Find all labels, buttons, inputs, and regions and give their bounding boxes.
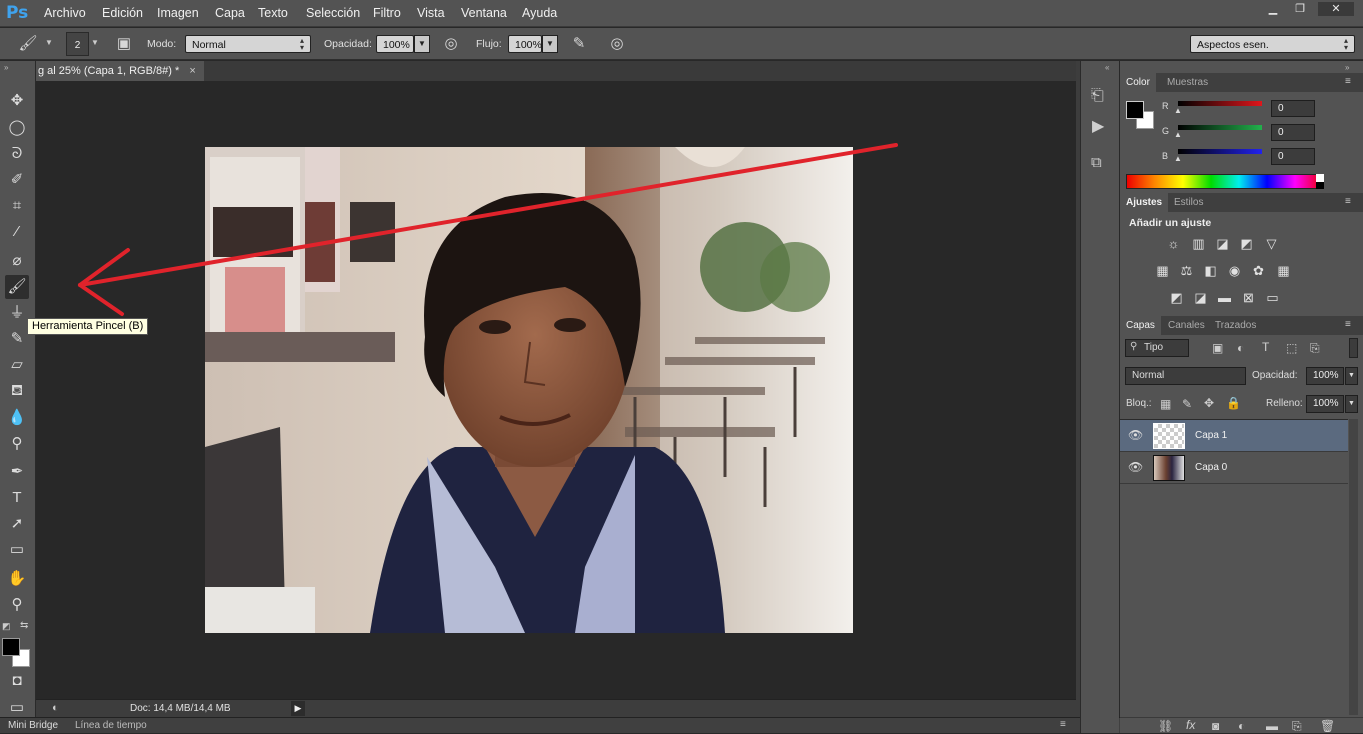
- color-panel-menu-icon[interactable]: ≡: [1345, 76, 1351, 87]
- photo-filter-icon[interactable]: ◉: [1226, 263, 1243, 278]
- right-panels: » Color Muestras ≡ R ▲ 0 G ▲ 0 B ▲ 0 Aju…: [1120, 61, 1363, 733]
- tab-timeline[interactable]: Línea de tiempo: [75, 720, 147, 731]
- brush-tool-tooltip: Herramienta Pincel (B): [27, 318, 149, 335]
- new-group-icon[interactable]: ▬: [1266, 719, 1278, 733]
- filter-type-icon[interactable]: T: [1262, 340, 1269, 354]
- channel-g-thumb-icon[interactable]: ▲: [1174, 130, 1182, 139]
- fill-label: Relleno:: [1266, 398, 1303, 409]
- black-white-icon[interactable]: ◧: [1202, 263, 1219, 278]
- fill-dropdown-icon[interactable]: ▼: [1345, 395, 1358, 413]
- layer-row-capa-0[interactable]: 👁 Capa 0: [1120, 452, 1348, 484]
- brightness-icon[interactable]: ☼: [1165, 236, 1182, 251]
- filter-search-icon: ⚲: [1130, 341, 1138, 352]
- channel-b-thumb-icon[interactable]: ▲: [1174, 154, 1182, 163]
- visibility-eye-icon[interactable]: 👁: [1128, 460, 1143, 474]
- layer-name: Capa 1: [1195, 430, 1228, 441]
- curves-icon[interactable]: ◪: [1214, 236, 1231, 251]
- adjustments-menu-icon[interactable]: ≡: [1345, 196, 1351, 207]
- lock-label: Bloq.:: [1126, 398, 1152, 409]
- layer-name: Capa 0: [1195, 462, 1228, 473]
- actions-panel-icon[interactable]: ▶: [1092, 116, 1104, 136]
- lock-transparency-icon[interactable]: ▦: [1160, 397, 1171, 411]
- channel-b-label: B: [1162, 151, 1169, 161]
- layer-thumbnail-photo: [1153, 455, 1185, 481]
- adjustments-heading: Añadir un ajuste: [1129, 217, 1212, 229]
- link-layers-icon[interactable]: ⛓: [1158, 719, 1173, 733]
- channel-g-label: G: [1162, 126, 1170, 136]
- layer-opacity-dropdown-icon[interactable]: ▼: [1345, 367, 1358, 385]
- channel-g-slider[interactable]: [1178, 125, 1262, 130]
- layer-opacity-field[interactable]: 100%: [1306, 367, 1344, 385]
- gradient-map-icon[interactable]: ▭: [1264, 290, 1281, 305]
- channel-mixer-icon[interactable]: ✿: [1250, 263, 1267, 278]
- delete-layer-icon[interactable]: 🗑: [1320, 719, 1335, 733]
- color-balance-icon[interactable]: ⚖: [1178, 263, 1195, 278]
- filter-smart-object-icon[interactable]: ⎘: [1310, 341, 1320, 356]
- tab-mini-bridge[interactable]: Mini Bridge: [8, 720, 58, 731]
- filter-toggle-icon[interactable]: [1349, 338, 1358, 358]
- levels-icon[interactable]: ▥: [1190, 236, 1207, 251]
- invert-icon[interactable]: ◩: [1168, 290, 1185, 305]
- layers-footer: ⛓ fx ◙ ◐ ▬ ⎘ 🗑: [1120, 717, 1363, 733]
- hue-saturation-icon[interactable]: ▦: [1154, 263, 1171, 278]
- channel-g-value[interactable]: 0: [1271, 124, 1315, 141]
- lock-all-icon[interactable]: 🔒: [1226, 396, 1241, 410]
- threshold-icon[interactable]: ▬: [1216, 290, 1233, 305]
- expand-dock-icon[interactable]: «: [1105, 63, 1109, 72]
- properties-panel-icon[interactable]: ⧉: [1091, 154, 1102, 171]
- tab-layers[interactable]: Capas: [1120, 316, 1161, 335]
- filter-shape-icon[interactable]: ⬚: [1286, 341, 1297, 355]
- add-mask-icon[interactable]: ◙: [1212, 719, 1219, 733]
- tab-channels[interactable]: Canales: [1162, 316, 1211, 335]
- color-panel-tabs: Color Muestras ≡: [1120, 73, 1363, 92]
- bottom-panel-menu-icon[interactable]: ≡: [1060, 719, 1066, 730]
- blend-mode-select[interactable]: Normal: [1125, 367, 1246, 385]
- posterize-icon[interactable]: ◪: [1192, 290, 1209, 305]
- layers-scrollbar[interactable]: [1349, 419, 1358, 715]
- new-layer-icon[interactable]: ⎘: [1292, 719, 1302, 734]
- exposure-icon[interactable]: ◩: [1238, 236, 1255, 251]
- spectrum-black-chip[interactable]: [1316, 182, 1324, 189]
- visibility-eye-icon[interactable]: 👁: [1128, 428, 1143, 442]
- new-adjustment-layer-icon[interactable]: ◐: [1238, 719, 1245, 733]
- red-arrow-icon: [78, 143, 898, 316]
- color-spectrum-bar[interactable]: [1126, 174, 1324, 189]
- color-lookup-icon[interactable]: ▦: [1275, 263, 1292, 278]
- channel-r-label: R: [1162, 101, 1169, 111]
- doc-size-text: Doc: 14,4 MB/14,4 MB: [130, 703, 231, 714]
- channel-r-slider[interactable]: [1178, 101, 1262, 106]
- layers-list: 👁 Capa 1 👁 Capa 0: [1120, 419, 1348, 719]
- vibrance-icon[interactable]: ▽: [1263, 236, 1280, 251]
- layer-effects-icon[interactable]: fx: [1186, 718, 1195, 732]
- collapsed-panel-dock: « ⎗ ▶ ⧉: [1080, 61, 1119, 733]
- lock-position-icon[interactable]: ✥: [1204, 396, 1214, 410]
- channel-b-value[interactable]: 0: [1271, 148, 1315, 165]
- fill-field[interactable]: 100%: [1306, 395, 1344, 413]
- layers-menu-icon[interactable]: ≡: [1345, 319, 1351, 330]
- channel-r-thumb-icon[interactable]: ▲: [1174, 106, 1182, 115]
- lock-pixels-icon[interactable]: ✎: [1182, 397, 1192, 411]
- channel-b-slider[interactable]: [1178, 149, 1262, 154]
- tab-swatches[interactable]: Muestras: [1161, 73, 1214, 92]
- color-foreground-swatch[interactable]: [1126, 101, 1144, 119]
- layers-panel-tabs: Capas Canales Trazados ≡: [1120, 316, 1363, 335]
- layer-thumbnail-transparent: [1153, 423, 1185, 449]
- collapse-panels-icon[interactable]: »: [1345, 63, 1349, 72]
- layer-opacity-label: Opacidad:: [1252, 370, 1298, 381]
- status-menu-icon[interactable]: ▶: [291, 701, 305, 716]
- tab-adjustments[interactable]: Ajustes: [1120, 193, 1169, 212]
- tab-styles[interactable]: Estilos: [1168, 193, 1209, 212]
- spectrum-white-chip[interactable]: [1316, 174, 1324, 182]
- channel-r-value[interactable]: 0: [1271, 100, 1315, 117]
- status-bar: ◐ Doc: 14,4 MB/14,4 MB ▶: [36, 699, 1076, 717]
- tab-paths[interactable]: Trazados: [1209, 316, 1262, 335]
- selective-color-icon[interactable]: ⊠: [1240, 290, 1257, 305]
- history-panel-icon[interactable]: ⎗: [1091, 87, 1104, 105]
- zoom-indicator-icon[interactable]: ◐: [52, 702, 59, 714]
- filter-pixel-icon[interactable]: ▣: [1212, 341, 1223, 355]
- layer-row-capa-1[interactable]: 👁 Capa 1: [1120, 420, 1348, 452]
- adjustments-panel-tabs: Ajustes Estilos ≡: [1120, 193, 1363, 212]
- filter-adjustment-icon[interactable]: ◐: [1237, 341, 1244, 355]
- tab-color[interactable]: Color: [1120, 73, 1156, 92]
